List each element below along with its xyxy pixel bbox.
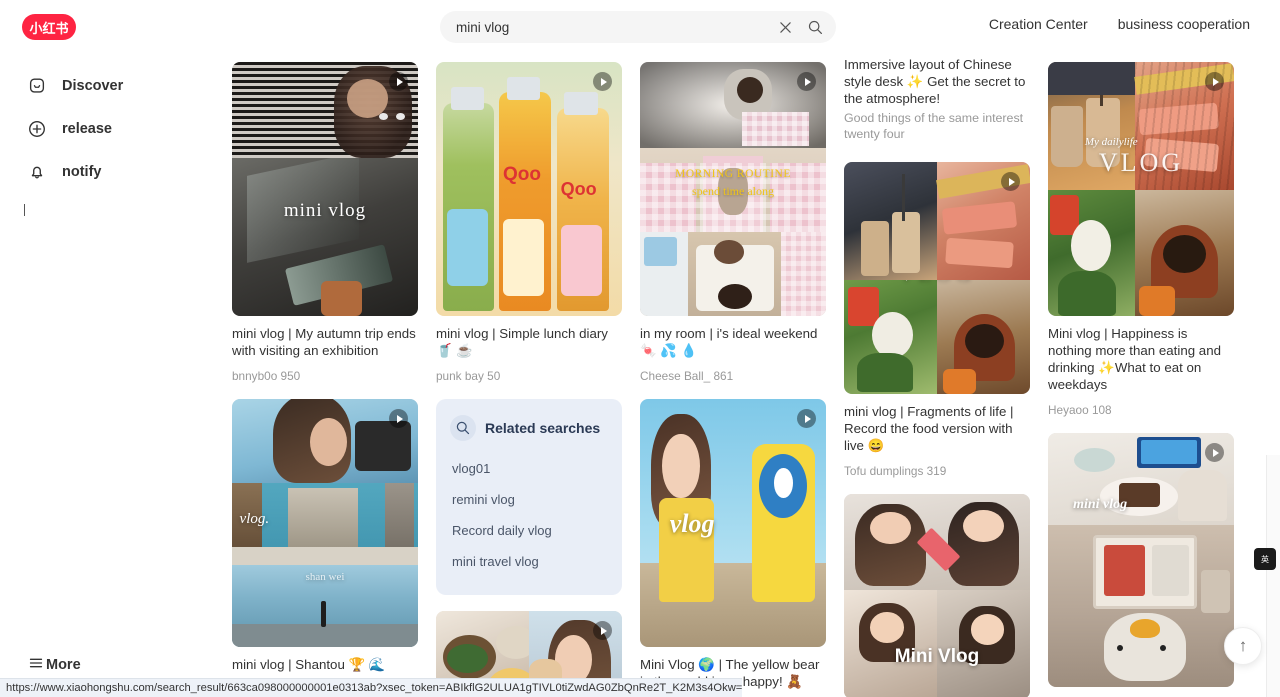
xiaohongshu-search-page: 小红书 Creation Center business cooperation bbox=[0, 0, 1280, 697]
left-sidebar: Discover release notify bbox=[0, 54, 230, 697]
note-card[interactable]: VLOG mini vlog | Fragments of life | Rec… bbox=[844, 162, 1030, 478]
note-thumbnail[interactable]: mini vlog bbox=[1048, 433, 1234, 687]
ime-label: 英 bbox=[1261, 554, 1269, 565]
note-thumbnail[interactable]: Mini Vlog bbox=[844, 494, 1030, 697]
note-title: Mini vlog | Happiness is nothing more th… bbox=[1048, 325, 1234, 393]
note-card[interactable]: My dailylife VLOG bbox=[1048, 62, 1234, 417]
logo-badge: 小红书 bbox=[22, 14, 76, 40]
feed-column-4: 漫 滚 式 布 置 国 风 书 桌 Immersive layout of Ch… bbox=[844, 44, 1030, 697]
note-thumbnail[interactable]: Qoo Qoo bbox=[436, 62, 622, 316]
note-author: Heyaoo 108 bbox=[1048, 403, 1234, 417]
related-searches-title: Related searches bbox=[485, 420, 600, 436]
feed-column-5: My dailylife VLOG bbox=[1048, 62, 1234, 697]
top-header: 小红书 Creation Center business cooperation bbox=[0, 0, 1280, 54]
page-scrollbar[interactable] bbox=[1266, 455, 1280, 697]
note-thumbnail[interactable]: My dailylife VLOG bbox=[1048, 62, 1234, 316]
thumbnail-caption: shan wei bbox=[232, 571, 418, 583]
text-caret bbox=[24, 204, 25, 216]
browser-status-bar: https://www.xiaohongshu.com/search_resul… bbox=[0, 678, 742, 697]
sidebar-item-label: release bbox=[62, 121, 112, 137]
note-thumbnail[interactable]: vlog. shan wei bbox=[232, 399, 418, 647]
logo[interactable]: 小红书 bbox=[22, 14, 76, 40]
note-card[interactable]: mini vlog mini vlog | My autumn trip end… bbox=[232, 62, 418, 383]
related-searches-panel: Related searches vlog01 remini vlog Reco… bbox=[436, 399, 622, 595]
back-to-top-button[interactable]: ↑ bbox=[1224, 627, 1262, 665]
note-title: mini vlog | My autumn trip ends with vis… bbox=[232, 325, 418, 359]
note-author: bnnyb0o 950 bbox=[232, 369, 418, 383]
note-title: mini vlog | Simple lunch diary 🥤 ☕ bbox=[436, 325, 622, 359]
note-card[interactable]: Mini Vlog bbox=[844, 494, 1030, 697]
sidebar-item-label: More bbox=[46, 657, 81, 673]
note-author: Tofu dumplings 319 bbox=[844, 464, 1030, 478]
note-card[interactable]: vlog. shan wei mini vlog | Shantou 🏆 🌊 a… bbox=[232, 399, 418, 697]
sidebar-item-discover[interactable]: Discover bbox=[16, 66, 214, 106]
header-nav: Creation Center business cooperation bbox=[989, 16, 1250, 32]
results-feed[interactable]: mini vlog mini vlog | My autumn trip end… bbox=[230, 44, 1270, 697]
note-thumbnail[interactable]: mini vlog bbox=[232, 62, 418, 316]
related-search-item[interactable]: remini vlog bbox=[450, 484, 608, 515]
related-search-item[interactable]: Record daily vlog bbox=[450, 515, 608, 546]
search-input[interactable] bbox=[440, 12, 770, 42]
nav-link-creation-center[interactable]: Creation Center bbox=[989, 16, 1088, 32]
note-card[interactable]: 漫 滚 式 布 置 国 风 书 桌 Immersive layout of Ch… bbox=[844, 44, 1030, 142]
feed-column-1: mini vlog mini vlog | My autumn trip end… bbox=[232, 62, 418, 697]
nav-link-business-cooperation[interactable]: business cooperation bbox=[1118, 16, 1250, 32]
play-icon bbox=[797, 72, 816, 91]
note-thumbnail[interactable]: MORNING ROUTINE spend time along bbox=[640, 62, 826, 316]
status-bar-url: https://www.xiaohongshu.com/search_resul… bbox=[6, 682, 742, 694]
close-icon[interactable] bbox=[770, 12, 800, 42]
note-title: mini vlog | Fragments of life | Record t… bbox=[844, 403, 1030, 454]
note-title: Immersive layout of Chinese style desk ✨… bbox=[844, 56, 1030, 107]
note-subtitle: Good things of the same interest twenty … bbox=[844, 110, 1030, 142]
play-icon bbox=[593, 621, 612, 640]
note-card[interactable]: mini vlog mini vlog: bbox=[1048, 433, 1234, 697]
bell-icon bbox=[26, 161, 48, 183]
plus-circle-icon bbox=[26, 118, 48, 140]
arrow-up-icon: ↑ bbox=[1239, 636, 1248, 656]
search-icon bbox=[450, 415, 476, 441]
note-card[interactable]: MORNING ROUTINE spend time along bbox=[640, 62, 826, 383]
play-icon bbox=[1205, 72, 1224, 91]
note-title: in my room | i's ideal weekend 🍬 💦 💧 bbox=[640, 325, 826, 359]
masonry-columns: mini vlog mini vlog | My autumn trip end… bbox=[230, 44, 1270, 697]
ime-widget[interactable]: 英 bbox=[1254, 548, 1276, 570]
play-icon bbox=[1205, 443, 1224, 462]
note-author: punk bay 50 bbox=[436, 369, 622, 383]
related-search-item[interactable]: mini travel vlog bbox=[450, 546, 608, 577]
hamburger-icon bbox=[26, 653, 46, 678]
sidebar-item-notify[interactable]: notify bbox=[16, 152, 214, 192]
sidebar-item-release[interactable]: release bbox=[16, 109, 214, 149]
note-thumbnail[interactable]: vlog bbox=[640, 399, 826, 647]
play-icon bbox=[389, 72, 408, 91]
note-card[interactable]: Qoo Qoo mini vlog | Simple lunch diary 🥤… bbox=[436, 62, 622, 383]
note-card[interactable]: vlog Mini Vlog 🌍 | The yellow bear in th… bbox=[640, 399, 826, 690]
sidebar-item-label: notify bbox=[62, 164, 101, 180]
note-thumbnail[interactable]: VLOG bbox=[844, 162, 1030, 394]
compass-icon bbox=[26, 75, 48, 97]
feed-column-3: MORNING ROUTINE spend time along bbox=[640, 62, 826, 697]
feed-column-2: Qoo Qoo mini vlog | Simple lunch diary 🥤… bbox=[436, 62, 622, 697]
note-title: mini vlog | Shantou 🏆 🌊 bbox=[232, 656, 418, 673]
search-icon[interactable] bbox=[800, 12, 830, 42]
related-search-item[interactable]: vlog01 bbox=[450, 453, 608, 484]
play-icon bbox=[389, 409, 408, 428]
sidebar-item-label: Discover bbox=[62, 78, 123, 94]
related-searches-header: Related searches bbox=[450, 415, 608, 441]
play-icon bbox=[593, 72, 612, 91]
play-icon bbox=[797, 409, 816, 428]
note-author: Cheese Ball_ 861 bbox=[640, 369, 826, 383]
search-bar[interactable] bbox=[440, 11, 836, 43]
